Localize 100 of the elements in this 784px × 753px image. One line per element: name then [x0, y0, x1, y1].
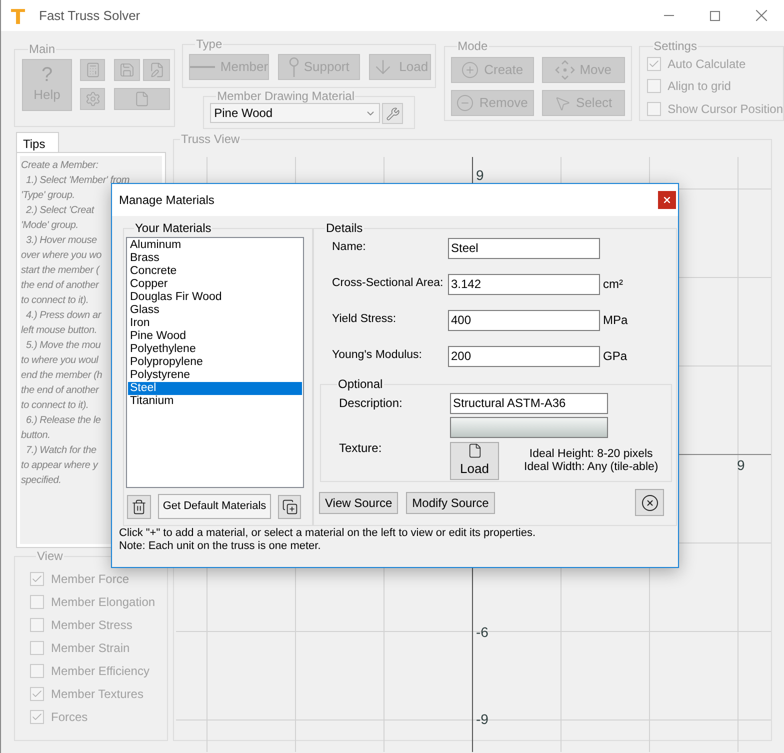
- material-list-item[interactable]: Glass: [128, 304, 302, 317]
- close-circle-button[interactable]: [635, 489, 664, 516]
- checkbox[interactable]: [30, 618, 44, 632]
- tip-line: specified.: [21, 474, 62, 487]
- material-list-item[interactable]: Pine Wood: [128, 330, 302, 343]
- axis-label: 9: [476, 168, 484, 182]
- input-field[interactable]: Steel: [448, 238, 600, 258]
- wrench-button[interactable]: [382, 103, 404, 124]
- icon-button[interactable]: [143, 59, 170, 81]
- material-list-item[interactable]: Polyethylene: [128, 343, 302, 356]
- checkbox[interactable]: [646, 102, 661, 116]
- tip-line: 2.) Select 'Creat: [25, 204, 94, 217]
- dialog-title: Manage Materials: [119, 192, 214, 209]
- close-icon: [640, 494, 658, 512]
- tip-line: to where you woul: [21, 354, 98, 367]
- icon-button[interactable]: [114, 88, 170, 110]
- tip-line: 3.) Hover mouse: [25, 234, 97, 247]
- field-label: Texture:: [338, 440, 383, 457]
- group-label: Mode: [456, 39, 489, 53]
- move-arrows-icon: [554, 60, 575, 80]
- calculator-icon: [84, 62, 100, 78]
- close-icon: [756, 10, 766, 21]
- checkbox[interactable]: [30, 594, 44, 608]
- pin-icon: [288, 57, 299, 77]
- check-icon: [31, 688, 43, 700]
- checkbox[interactable]: [646, 79, 661, 94]
- checkbox-label: Auto Calculate: [668, 56, 746, 74]
- field-label: Description:: [338, 395, 404, 412]
- tip-line: the end of another: [21, 384, 99, 397]
- field-label: Young's Modulus:: [332, 348, 422, 364]
- tip-line: left mouse button.: [21, 324, 97, 337]
- material-list-item[interactable]: Aluminum: [128, 239, 302, 252]
- icon-button[interactable]: [80, 59, 105, 81]
- material-list-item[interactable]: Douglas Fir Wood: [128, 291, 302, 304]
- plus-circle-icon: [461, 61, 480, 79]
- hint-text: Ideal Width: Any (tile-able): [524, 461, 658, 474]
- checkbox[interactable]: [30, 640, 44, 654]
- material-list-item[interactable]: Titanium: [128, 395, 302, 408]
- add-button[interactable]: [278, 494, 301, 518]
- material-list-item[interactable]: Polypropylene: [128, 356, 302, 369]
- checkbox[interactable]: [30, 710, 44, 724]
- group-label: Member Drawing Material: [216, 89, 356, 103]
- input-field[interactable]: 400: [448, 310, 600, 330]
- input-field[interactable]: Structural ASTM-A36: [450, 392, 608, 414]
- group-label: Optional: [337, 377, 384, 391]
- tip-line: button.: [21, 429, 50, 442]
- wrench-icon: [386, 106, 400, 120]
- checkbox-label: Member Strain: [51, 640, 130, 656]
- material-list-item[interactable]: Polystyrene: [128, 369, 302, 382]
- checkbox-label: Member Stress: [51, 616, 132, 634]
- material-dropdown[interactable]: Pine Wood: [210, 103, 380, 123]
- checkbox[interactable]: [30, 664, 44, 678]
- tip-line: 5.) Move the mou: [25, 339, 101, 352]
- footer-note: Click "+" to add a material, or select a material on the left to view or edit its properties.: [119, 527, 537, 540]
- group-label: View: [36, 549, 64, 563]
- checkbox-label: Member Textures: [51, 686, 144, 702]
- material-list-item[interactable]: Iron: [128, 317, 302, 330]
- trash-icon: [131, 498, 147, 514]
- icon-button[interactable]: [80, 88, 105, 110]
- source-button[interactable]: Modify Source: [406, 492, 495, 514]
- tip-line: 7.) Watch for the: [25, 444, 96, 457]
- maximize-icon: [710, 10, 720, 20]
- axis-label: -9: [476, 712, 488, 726]
- field-label: Name:: [332, 240, 366, 256]
- checkbox-label: Member Elongation: [51, 594, 156, 610]
- checkbox-label: Forces: [51, 708, 88, 726]
- axis-label: 9: [737, 458, 745, 472]
- tips-tab[interactable]: Tips: [16, 132, 59, 152]
- field-label: Cross-Sectional Area:: [332, 276, 444, 292]
- delete-button[interactable]: [127, 494, 151, 518]
- material-list-item[interactable]: Copper: [128, 278, 302, 291]
- dialog-close-button[interactable]: [658, 191, 676, 209]
- unit-label: GPa: [603, 348, 628, 365]
- load-button[interactable]: Load: [450, 442, 499, 480]
- tip-line: end the member (h: [21, 369, 102, 382]
- input-field[interactable]: 3.142: [448, 274, 600, 294]
- checkbox-label: Show Cursor Position: [668, 100, 783, 118]
- minus-circle-icon: [456, 94, 474, 112]
- group-label: Your Materials: [134, 221, 212, 235]
- app-logo-icon: [10, 6, 26, 24]
- material-list-item[interactable]: Concrete: [128, 265, 302, 278]
- tip-line: 4.) Press down ar: [25, 309, 101, 322]
- material-list-item[interactable]: Steel: [128, 382, 302, 395]
- save-icon: [119, 62, 135, 78]
- window-title: Fast Truss Solver: [39, 6, 140, 25]
- checkbox[interactable]: [30, 572, 44, 586]
- settings-icon: [84, 91, 100, 107]
- checkbox[interactable]: [646, 57, 661, 72]
- tip-line: Create a Member:: [21, 159, 98, 172]
- source-button[interactable]: View Source: [319, 492, 398, 514]
- unit-label: cm²: [603, 276, 623, 293]
- checkbox[interactable]: [30, 686, 44, 700]
- get-defaults-button[interactable]: Get Default Materials: [158, 494, 271, 519]
- tip-line: over where you wo: [21, 249, 102, 262]
- material-list-item[interactable]: Brass: [128, 252, 302, 265]
- icon-button[interactable]: [114, 59, 140, 81]
- input-field[interactable]: 200: [448, 346, 600, 366]
- tip-line: to appear where y: [21, 459, 98, 472]
- edit-file-icon: [148, 62, 164, 78]
- group-label: Details: [325, 221, 364, 235]
